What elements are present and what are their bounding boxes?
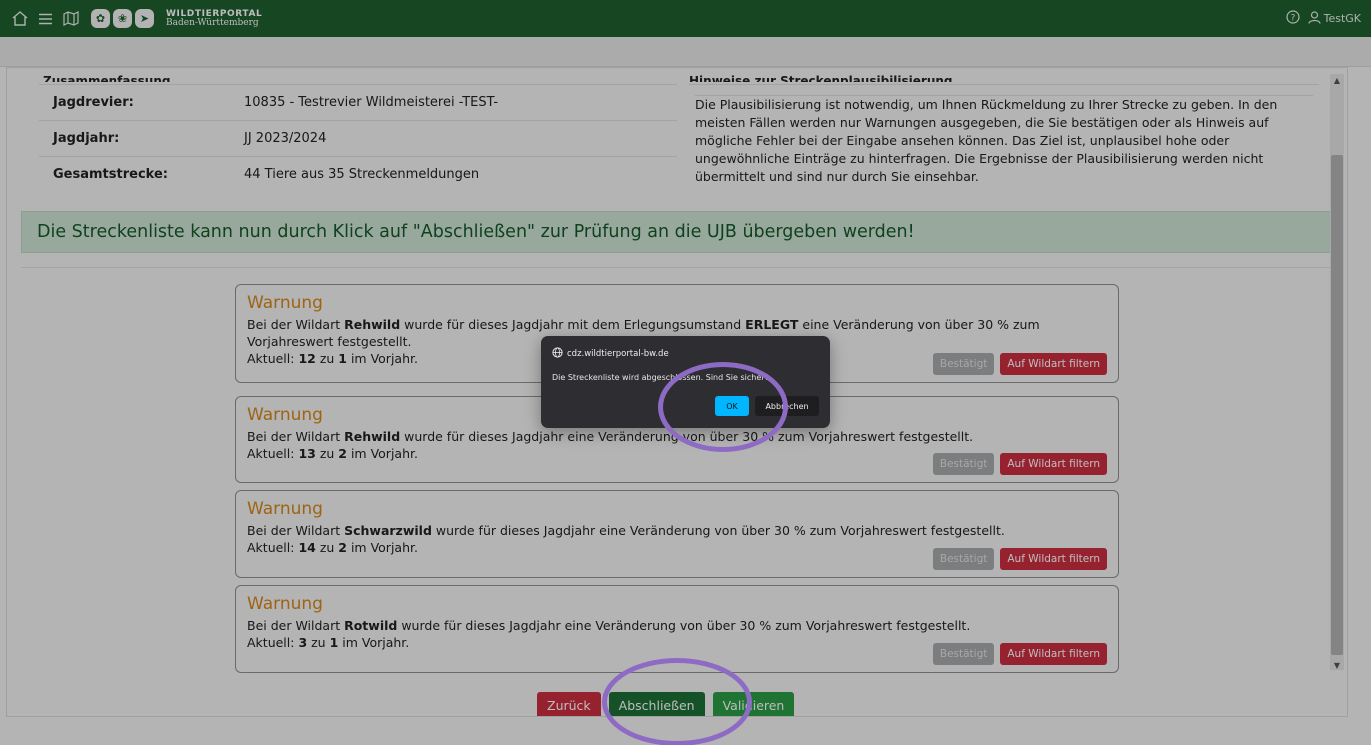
confirm-dialog: cdz.wildtierportal-bw.de Die Streckenlis… [541, 336, 830, 428]
dialog-ok-button[interactable]: OK [715, 396, 749, 416]
dialog-origin-text: cdz.wildtierportal-bw.de [567, 349, 669, 359]
dialog-message: Die Streckenliste wird abgeschlossen. Si… [552, 373, 769, 382]
dialog-cancel-button[interactable]: Abbrechen [755, 396, 819, 416]
globe-icon [552, 347, 563, 361]
dialog-origin: cdz.wildtierportal-bw.de [552, 347, 669, 361]
